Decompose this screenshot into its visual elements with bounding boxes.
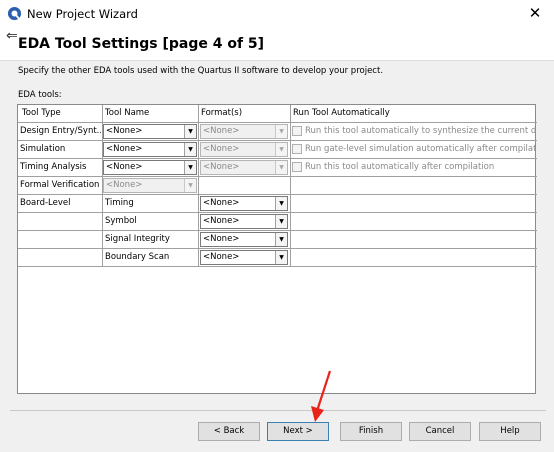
run-auto-label-simulation: Run gate-level simulation automatically … [305, 144, 536, 154]
back-arrow-icon: ⇐ [6, 28, 18, 44]
tool-name-select-timing-analysis[interactable]: <None> ▼ [103, 160, 197, 175]
dropdown-arrow-icon: ▼ [275, 143, 287, 156]
row-divider [18, 176, 537, 177]
tool-name-select-simulation[interactable]: <None> ▼ [103, 142, 197, 157]
row-divider [18, 158, 537, 159]
format-select-design-entry: <None> ▼ [200, 124, 288, 139]
row-divider [18, 194, 537, 195]
page-title: EDA Tool Settings [page 4 of 5] [18, 36, 265, 52]
board-level-boundary-scan-label: Boundary Scan [105, 252, 170, 262]
annotation-arrow-icon [311, 370, 332, 422]
eda-tools-table: Tool Type Tool Name Format(s) Run Tool A… [17, 104, 537, 394]
tool-type-board-level: Board-Level [20, 198, 71, 208]
selected-value: <None> [203, 216, 240, 226]
board-level-symbol-label: Symbol [105, 216, 137, 226]
tool-name-select-formal-verification: <None> ▼ [103, 178, 197, 193]
board-level-signal-integrity-label: Signal Integrity [105, 234, 170, 244]
dropdown-arrow-icon: ▼ [275, 161, 287, 174]
dropdown-arrow-icon: ▼ [275, 125, 287, 138]
format-select-timing-analysis: <None> ▼ [200, 160, 288, 175]
row-divider [18, 212, 537, 213]
dropdown-arrow-icon: ▼ [184, 179, 196, 192]
selected-value: <None> [203, 234, 240, 244]
eda-tools-label: EDA tools: [18, 90, 62, 100]
dropdown-arrow-icon: ▼ [184, 125, 196, 138]
column-header-tool-name[interactable]: Tool Name [105, 108, 149, 118]
quartus-logo-icon [7, 6, 22, 21]
dropdown-arrow-icon: ▼ [275, 215, 287, 228]
format-select-board-symbol[interactable]: <None> ▼ [200, 214, 288, 229]
selected-value: <None> [106, 180, 143, 190]
column-divider [290, 105, 291, 267]
selected-value: <None> [203, 162, 240, 172]
tool-name-select-design-entry[interactable]: <None> ▼ [103, 124, 197, 139]
format-select-board-boundary-scan[interactable]: <None> ▼ [200, 250, 288, 265]
format-select-simulation: <None> ▼ [200, 142, 288, 157]
run-auto-checkbox-timing-analysis [292, 162, 302, 172]
title-bar: New Project Wizard ✕ [0, 0, 554, 28]
footer-divider [10, 410, 546, 411]
column-divider [198, 105, 199, 267]
back-button[interactable]: < Back [198, 422, 260, 441]
row-divider [18, 266, 537, 267]
run-auto-checkbox-simulation [292, 144, 302, 154]
row-divider [18, 140, 537, 141]
format-select-board-signal-integrity[interactable]: <None> ▼ [200, 232, 288, 247]
row-divider [18, 230, 537, 231]
selected-value: <None> [203, 126, 240, 136]
column-header-run-tool[interactable]: Run Tool Automatically [293, 108, 390, 118]
run-auto-label-timing-analysis: Run this tool automatically after compil… [305, 162, 495, 172]
close-icon[interactable]: ✕ [522, 2, 548, 24]
run-auto-label-design-entry: Run this tool automatically to synthesiz… [305, 126, 536, 136]
finish-button[interactable]: Finish [340, 422, 402, 441]
column-header-tool-type[interactable]: Tool Type [22, 108, 61, 118]
dropdown-arrow-icon: ▼ [184, 161, 196, 174]
row-divider [18, 122, 537, 123]
dropdown-arrow-icon: ▼ [184, 143, 196, 156]
column-header-formats[interactable]: Format(s) [201, 108, 242, 118]
header-panel: ⇐ EDA Tool Settings [page 4 of 5] [0, 28, 554, 61]
selected-value: <None> [106, 144, 143, 154]
selected-value: <None> [106, 126, 143, 136]
tool-type-simulation: Simulation [20, 144, 66, 154]
next-button[interactable]: Next > [267, 422, 329, 441]
tool-type-design-entry: Design Entry/Synt... [20, 126, 101, 136]
selected-value: <None> [106, 162, 143, 172]
dropdown-arrow-icon: ▼ [275, 251, 287, 264]
board-level-timing-label: Timing [105, 198, 134, 208]
row-divider [18, 248, 537, 249]
help-button[interactable]: Help [479, 422, 541, 441]
format-select-board-timing[interactable]: <None> ▼ [200, 196, 288, 211]
cancel-button[interactable]: Cancel [409, 422, 471, 441]
run-auto-checkbox-design-entry [292, 126, 302, 136]
page-description: Specify the other EDA tools used with th… [18, 66, 384, 76]
selected-value: <None> [203, 198, 240, 208]
selected-value: <None> [203, 144, 240, 154]
window-title: New Project Wizard [27, 7, 138, 21]
tool-type-formal-verification: Formal Verification [20, 180, 100, 190]
selected-value: <None> [203, 252, 240, 262]
tool-type-timing-analysis: Timing Analysis [20, 162, 87, 172]
dropdown-arrow-icon: ▼ [275, 233, 287, 246]
dropdown-arrow-icon: ▼ [275, 197, 287, 210]
